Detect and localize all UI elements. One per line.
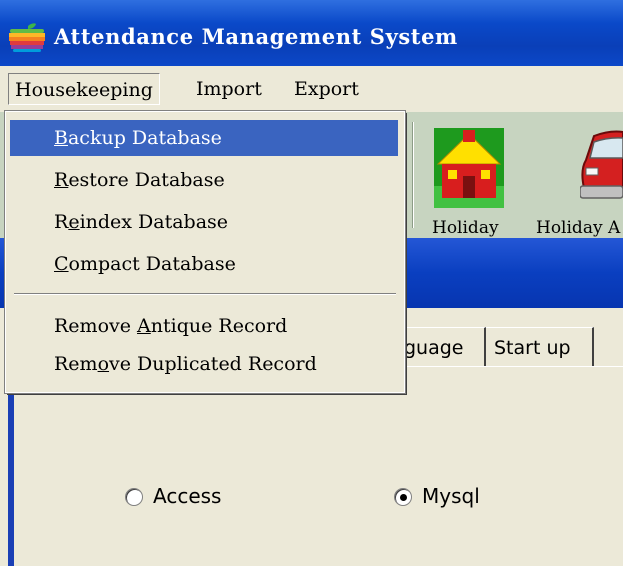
menu-separator [14, 293, 396, 295]
tab-start-up[interactable]: Start up [486, 327, 594, 367]
menu-item-reindex-database[interactable]: Reindex Database [10, 204, 398, 240]
radio-access-label: Access [153, 484, 222, 508]
menu-item-prefix: Rem [54, 353, 98, 375]
title-bar: Attendance Management System [0, 0, 623, 66]
mnemonic: o [97, 353, 110, 375]
toolbar-separator [412, 122, 414, 228]
menu-item-prefix: R [54, 211, 69, 233]
mnemonic: e [68, 211, 80, 233]
radio-mysql-label: Mysql [422, 484, 480, 508]
radio-access-button[interactable] [125, 488, 143, 506]
radio-selected-dot [400, 494, 407, 501]
school-house-icon [434, 128, 504, 208]
window-title: Attendance Management System [54, 24, 458, 49]
menu-item-label: estore Database [68, 169, 225, 191]
red-car-icon [580, 130, 623, 199]
menu-item-label: ackup Database [67, 127, 222, 149]
housekeeping-dropdown: Backup Database Restore Database Reindex… [4, 110, 406, 394]
menu-item-backup-database[interactable]: Backup Database [10, 120, 398, 156]
holiday-a-button-label: Holiday A [536, 218, 621, 238]
mnemonic: R [54, 169, 69, 191]
menu-import[interactable]: Import [190, 73, 268, 105]
menu-housekeeping[interactable]: Housekeeping [8, 73, 160, 105]
menu-item-label: ompact Database [68, 253, 236, 275]
holiday-button-label: Holiday [432, 218, 499, 238]
menu-item-restore-database[interactable]: Restore Database [10, 162, 398, 198]
menu-item-label: ve Duplicated Record [109, 353, 317, 375]
mnemonic: C [54, 253, 69, 275]
tab-language[interactable]: guage [396, 327, 486, 367]
radio-mysql-button[interactable] [394, 488, 412, 506]
menu-item-label: index Database [79, 211, 229, 233]
menu-item-remove-duplicated-record[interactable]: Remove Duplicated Record [10, 346, 398, 382]
menu-item-remove-antique-record[interactable]: Remove Antique Record [10, 308, 398, 344]
mnemonic: A [137, 315, 151, 337]
menu-export[interactable]: Export [288, 73, 365, 105]
menu-bar: Housekeeping Import Export [0, 66, 623, 112]
apple-logo-icon [9, 23, 45, 52]
mnemonic: B [54, 127, 68, 149]
menu-item-prefix: Remove [54, 315, 138, 337]
menu-item-compact-database[interactable]: Compact Database [10, 246, 398, 282]
menu-item-label: ntique Record [150, 315, 288, 337]
